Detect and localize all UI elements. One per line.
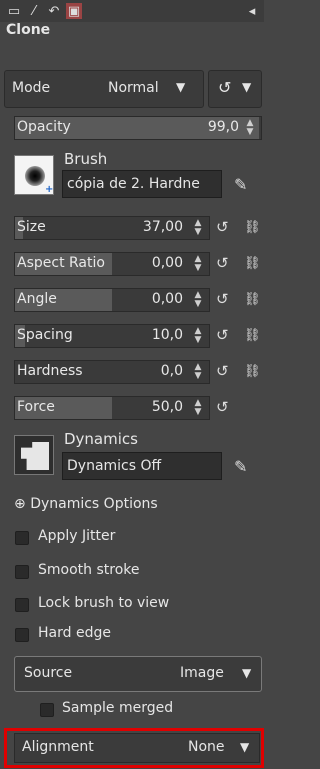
hardness-slider[interactable]: Hardness 0,0 ▲ ▼ <box>14 360 210 384</box>
dynamics-title: Dynamics <box>64 430 138 448</box>
device-status-tab-icon[interactable]: ⁄ <box>26 3 42 19</box>
lock-brush-checkbox[interactable] <box>15 598 29 612</box>
tool-options-tab-icon[interactable]: ▭ <box>6 3 22 19</box>
dynamics-options-expander[interactable]: ⊕ Dynamics Options <box>14 496 158 512</box>
reset-icon[interactable]: ↺ <box>216 398 229 416</box>
alignment-value[interactable]: None <box>188 739 225 755</box>
brush-preview[interactable]: + <box>14 155 54 195</box>
edit-dynamics-icon[interactable]: ✎ <box>234 457 247 476</box>
slider-label: Force <box>17 399 55 415</box>
sample-merged-label: Sample merged <box>62 700 174 716</box>
images-tab-icon[interactable]: ▣ <box>66 3 82 19</box>
chain-icon[interactable]: ⛓ <box>244 364 261 379</box>
dock-tab-bar: ▭ ⁄ ↶ ▣ ◂ <box>0 0 264 22</box>
reset-icon[interactable]: ↺ <box>216 326 229 344</box>
spin-arrows[interactable]: ▲ ▼ <box>191 291 205 309</box>
slider-value: 50,0 <box>151 399 183 415</box>
chain-icon[interactable]: ⛓ <box>244 220 261 235</box>
tool-title: Clone <box>6 22 51 38</box>
spacing-slider[interactable]: Spacing 10,0 ▲ ▼ <box>14 324 210 348</box>
mode-label: Mode <box>12 80 51 96</box>
opacity-label: Opacity <box>17 119 71 135</box>
opacity-spin-arrows[interactable]: ▲ ▼ <box>243 119 257 137</box>
dynamics-preview[interactable] <box>14 435 54 475</box>
force-slider[interactable]: Force 50,0 ▲ ▼ <box>14 396 210 420</box>
slider-label: Hardness <box>17 363 83 379</box>
spin-arrows[interactable]: ▲ ▼ <box>191 399 205 417</box>
chain-icon[interactable]: ⛓ <box>244 328 261 343</box>
angle-slider[interactable]: Angle 0,00 ▲ ▼ <box>14 288 210 312</box>
opacity-slider[interactable]: Opacity 99,0 ▲ ▼ <box>14 116 262 140</box>
spin-arrows[interactable]: ▲ ▼ <box>191 363 205 381</box>
source-label: Source <box>24 665 73 681</box>
hard-edge-label: Hard edge <box>38 625 111 641</box>
slider-value: 0,0 <box>160 363 183 379</box>
spin-arrows[interactable]: ▲ ▼ <box>191 219 205 237</box>
slider-value: 10,0 <box>151 327 183 343</box>
edit-brush-icon[interactable]: ✎ <box>234 175 247 194</box>
chevron-down-icon: ▼ <box>240 740 250 754</box>
mode-value[interactable]: Normal <box>108 80 159 96</box>
slider-value: 0,00 <box>151 291 183 307</box>
source-value[interactable]: Image <box>180 665 224 681</box>
apply-jitter-checkbox[interactable] <box>15 531 29 545</box>
reset-icon: ↺ <box>218 78 232 97</box>
slider-label: Aspect Ratio <box>17 255 105 271</box>
dynamics-icon <box>21 442 49 470</box>
reset-icon[interactable]: ↺ <box>216 290 229 308</box>
mode-reset-button[interactable] <box>208 70 262 108</box>
size-slider[interactable]: Size 37,00 ▲ ▼ <box>14 216 210 240</box>
chevron-down-icon: ▼ <box>242 666 252 680</box>
hard-edge-checkbox[interactable] <box>15 628 29 642</box>
dynamics-options-label: Dynamics Options <box>30 496 158 512</box>
reset-icon[interactable]: ↺ <box>216 218 229 236</box>
aspect-ratio-slider[interactable]: Aspect Ratio 0,00 ▲ ▼ <box>14 252 210 276</box>
chevron-down-icon: ▼ <box>242 80 252 94</box>
plus-icon: + <box>45 184 54 195</box>
spin-arrows[interactable]: ▲ ▼ <box>191 255 205 273</box>
sample-merged-checkbox[interactable] <box>40 703 54 717</box>
slider-label: Spacing <box>17 327 73 343</box>
reset-icon[interactable]: ↺ <box>216 254 229 272</box>
slider-value: 37,00 <box>142 219 183 235</box>
lock-brush-label: Lock brush to view <box>38 595 170 611</box>
brush-name-field[interactable]: cópia de 2. Hardne <box>62 170 222 198</box>
brush-shape <box>25 166 45 186</box>
apply-jitter-label: Apply Jitter <box>38 528 116 544</box>
smooth-stroke-checkbox[interactable] <box>15 565 29 579</box>
slider-value: 0,00 <box>151 255 183 271</box>
expander-plus-icon: ⊕ <box>14 496 26 512</box>
slider-label: Angle <box>17 291 57 307</box>
reset-icon[interactable]: ↺ <box>216 362 229 380</box>
chain-icon[interactable]: ⛓ <box>244 292 261 307</box>
chevron-down-icon: ▼ <box>176 80 186 94</box>
dynamics-name-field[interactable]: Dynamics Off <box>62 452 222 480</box>
alignment-label: Alignment <box>22 739 94 755</box>
undo-history-tab-icon[interactable]: ↶ <box>46 3 62 19</box>
brush-title: Brush <box>64 150 108 168</box>
configure-tab-icon[interactable]: ◂ <box>244 3 260 19</box>
spin-arrows[interactable]: ▲ ▼ <box>191 327 205 345</box>
chain-icon[interactable]: ⛓ <box>244 256 261 271</box>
opacity-value: 99,0 <box>207 119 239 135</box>
smooth-stroke-label: Smooth stroke <box>38 562 140 578</box>
slider-label: Size <box>17 219 46 235</box>
